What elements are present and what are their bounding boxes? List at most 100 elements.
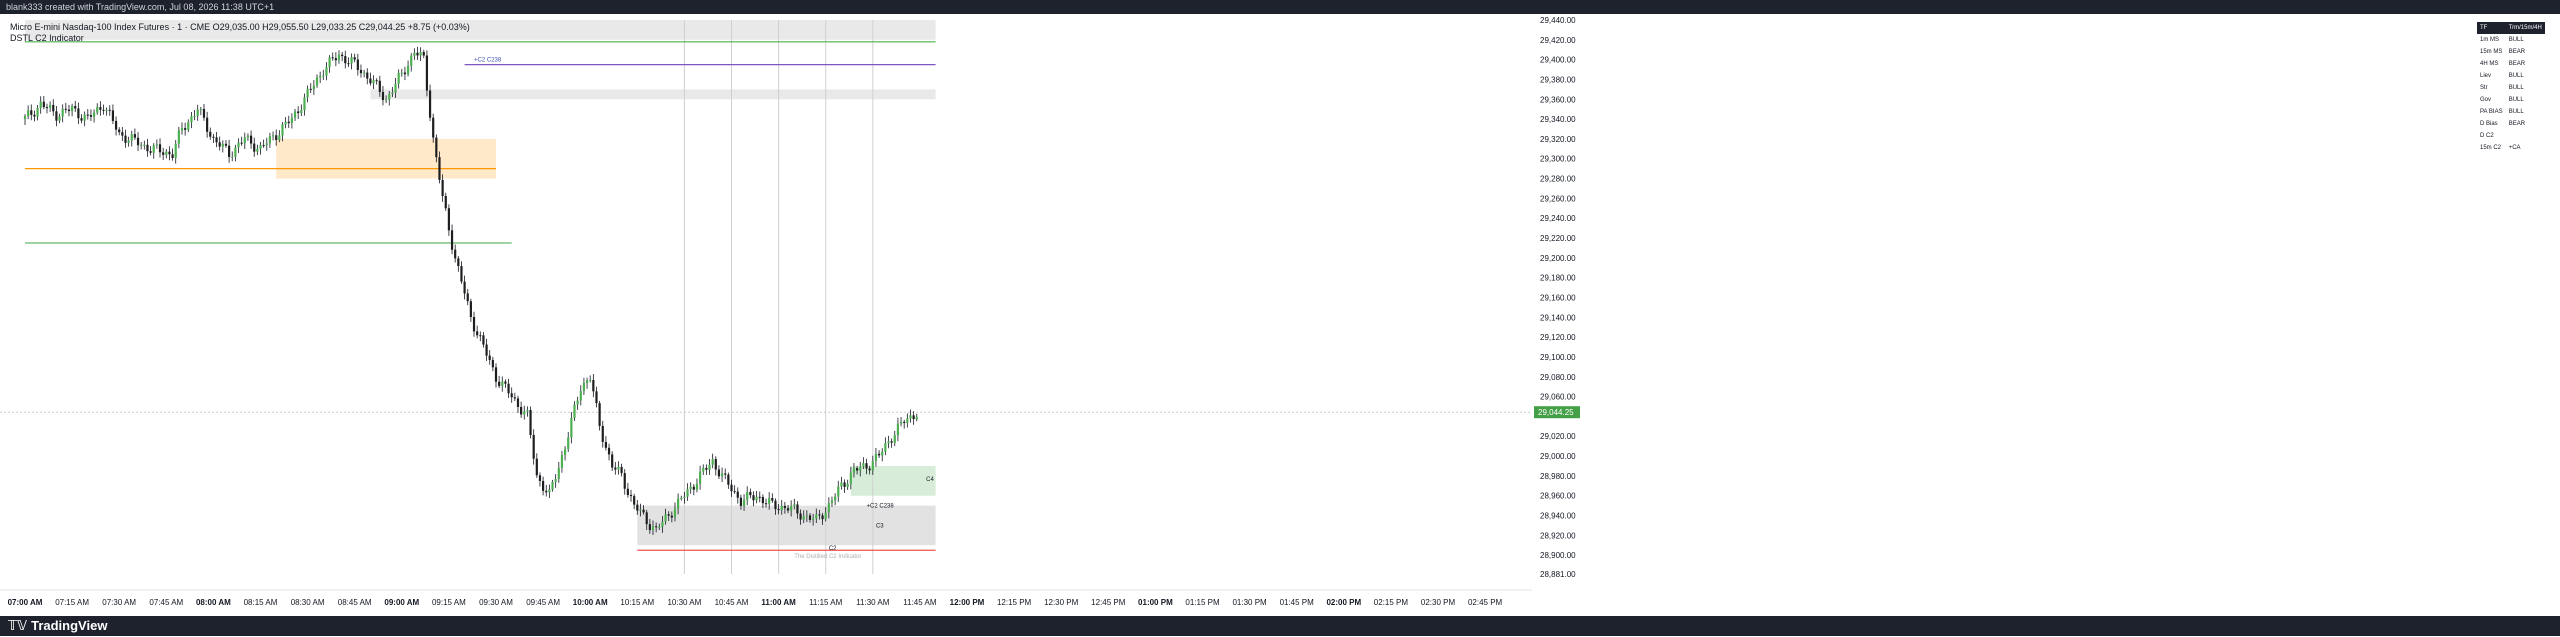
price-chart[interactable]: 15m(00:07:00)+C2 C238+C2 C238C2C3C4The D… [0,14,2560,616]
candle-body [64,108,67,110]
candle-body [121,132,124,136]
candle-body [633,496,636,505]
candle-body [573,404,576,418]
symbol-title[interactable]: Micro E-mini Nasdaq-100 Index Futures · … [10,22,210,32]
candle-body [158,144,162,153]
candle-body [96,107,99,113]
candle-body [793,504,796,506]
price-axis-bg [1532,14,2560,616]
candle-body [909,415,912,419]
candle-body [152,145,155,153]
candle-body [114,120,118,130]
candle-body [783,505,786,509]
candle-body [557,467,560,480]
dashboard-row-value: +CA [2508,145,2521,151]
candle-body [212,136,215,138]
dashboard-row-label: 15m C2 [2480,145,2502,151]
x-tick-label: 08:45 AM [338,598,372,607]
candle-body [303,97,306,111]
candle-body [896,423,900,436]
candle-body [228,145,231,157]
candle-body [463,281,466,294]
candle-body [532,434,535,459]
candle-body [391,92,394,94]
candle-body [664,514,667,522]
candle-body [683,496,686,498]
y-tick-label: 29,140.00 [1540,313,1576,322]
indicator-name[interactable]: DSTL C2 Indicator [10,33,470,44]
candle-body [501,381,504,386]
candle-body [127,140,130,143]
candle-body [30,110,33,115]
candle-body [846,483,849,487]
bias-dashboard: TF Trm/15m/4H 1m MS BULL 15m MS BEAR 4H MS BE… [2477,22,2545,154]
x-tick-label: 01:30 PM [1232,598,1267,607]
candle-body [799,513,802,520]
dashboard-row-value [2506,130,2545,142]
chart-annotation: +C2 C238 [474,58,502,64]
candle-body [83,114,86,121]
candle-body [529,409,532,435]
candle-body [102,109,105,111]
candle-body [86,114,89,116]
candle-body [714,459,717,470]
candle-body [108,109,111,111]
dashboard-row: Gov BULL [2477,94,2545,106]
candle-body [447,208,450,231]
dashboard-row-value: BULL [2508,73,2524,79]
candle-body [215,137,218,143]
dashboard-header-value: Trm/15m/4H [2505,22,2545,34]
candle-body [523,411,526,415]
y-tick-label: 29,060.00 [1540,393,1576,402]
candle-body [589,379,592,381]
candle-body [567,437,570,450]
candle-body [843,482,846,487]
candle-body [55,111,58,121]
candle-body [639,509,642,511]
candle-body [623,473,626,489]
candle-body [915,416,918,420]
y-tick-label: 29,400.00 [1540,56,1576,65]
x-tick-label: 08:00 AM [196,598,231,607]
candle-body [677,498,680,509]
candle-body [592,379,595,392]
y-tick-label: 29,320.00 [1540,135,1576,144]
tradingview-logo[interactable]: 𝕋𝕍 TradingView [8,616,107,637]
dashboard-row-label: Liev [2480,73,2492,79]
candle-body [375,80,378,82]
dashboard-row: Liev BULL [2477,70,2545,82]
y-tick-label: 29,440.00 [1540,16,1576,25]
x-tick-label: 07:15 AM [55,598,89,607]
candle-body [563,449,567,456]
candle-body [466,293,469,302]
dashboard-row-value: BEAR [2508,61,2526,67]
candle-body [818,514,821,516]
candle-body [476,331,479,336]
y-tick-label: 29,360.00 [1540,95,1576,104]
dashboard-row-value: BULL [2508,85,2524,91]
candle-body [498,381,501,386]
candle-body [796,504,799,514]
candle-body [702,467,705,472]
candle-body [243,137,246,144]
candle-body [413,52,416,56]
candle-body [369,78,372,84]
candle-body [196,109,199,116]
candle-body [381,91,385,101]
candle-body [425,55,429,91]
x-tick-label: 07:00 AM [8,598,43,607]
candle-body [444,195,447,209]
candle-body [786,508,790,511]
candle-body [651,526,655,531]
candle-body [739,497,743,506]
candle-body [49,104,52,108]
candle-body [774,500,777,510]
candle-body [542,480,545,491]
candle-body [359,69,363,74]
x-tick-label: 12:00 PM [950,598,985,607]
candle-body [39,101,42,108]
y-tick-label: 29,120.00 [1540,333,1576,342]
dashboard-row-value: BULL [2508,109,2524,115]
candle-body [180,128,184,131]
y-tick-label: 29,000.00 [1540,452,1576,461]
